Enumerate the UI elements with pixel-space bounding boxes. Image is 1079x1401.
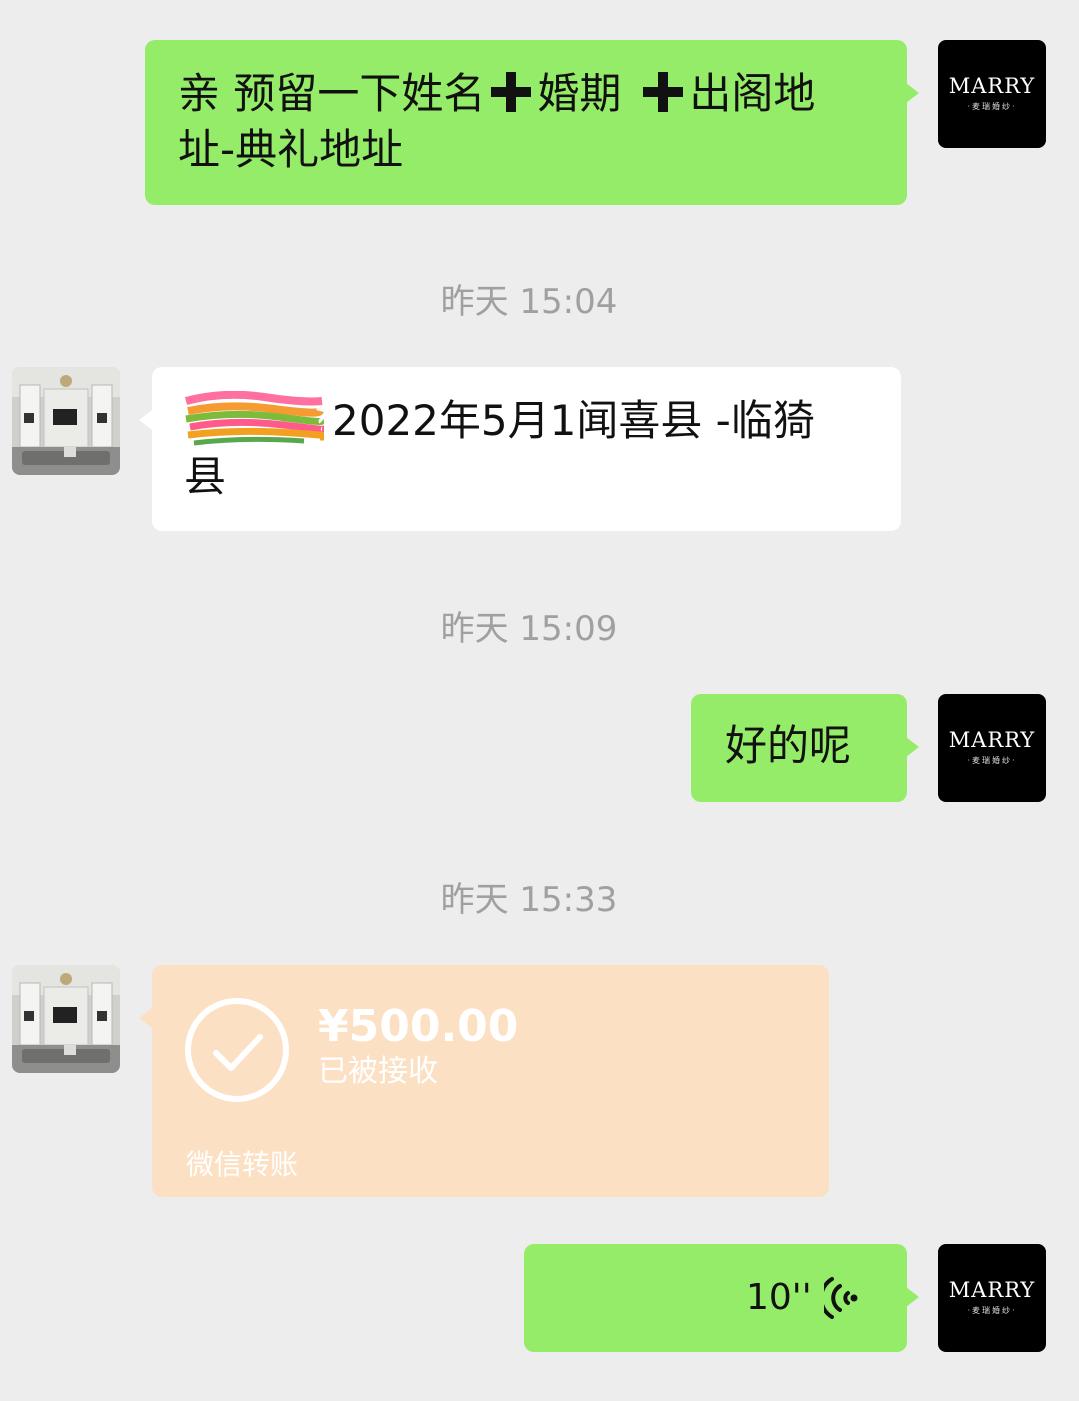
bubble-tail xyxy=(906,83,919,103)
message-text-part: 婚期 xyxy=(537,69,622,118)
message-text-part: 址-典礼地址 xyxy=(178,125,404,174)
message-bubble-incoming[interactable]: 2022年5月1闻喜县 -临猗县 xyxy=(152,367,901,531)
bubble-tail xyxy=(906,1287,919,1307)
contact-avatar[interactable] xyxy=(12,965,120,1073)
check-circle-icon xyxy=(185,998,289,1102)
transfer-status: 已被接收 xyxy=(318,1054,438,1089)
bubble-tail xyxy=(139,1008,152,1028)
message-text-line: 县 xyxy=(184,452,227,501)
room-photo-icon xyxy=(12,367,120,475)
transfer-card[interactable]: ¥500.00 已被接收 微信转账 xyxy=(152,965,829,1197)
message-text-part: 亲 预留一下姓名 xyxy=(178,69,486,118)
my-avatar[interactable]: MARRY ·麦瑞婚纱· xyxy=(938,694,1046,802)
room-photo-icon xyxy=(12,965,120,1073)
transfer-amount: ¥500.00 xyxy=(318,1001,519,1052)
message-text: 好的呢 xyxy=(725,721,852,770)
timestamp: 昨天 15:33 xyxy=(440,880,618,920)
brand-logo-text: MARRY xyxy=(948,74,1036,98)
message-text-part: 出阁地 xyxy=(689,69,816,118)
timestamp: 昨天 15:04 xyxy=(440,282,618,322)
message-text: 2022年5月1闻喜县 -临猗县 xyxy=(184,391,881,505)
my-avatar[interactable]: MARRY ·麦瑞婚纱· xyxy=(938,40,1046,148)
my-avatar[interactable]: MARRY ·麦瑞婚纱· xyxy=(938,1244,1046,1352)
voice-message-bubble[interactable]: 10'' xyxy=(524,1244,907,1352)
message-text: 亲 预留一下姓名 婚期 出阁地址-典礼地址 xyxy=(178,66,877,178)
voice-duration: 10'' xyxy=(746,1277,812,1318)
brand-logo-text: MARRY xyxy=(948,728,1036,752)
timestamp: 昨天 15:09 xyxy=(440,609,618,649)
plus-icon xyxy=(491,72,532,112)
transfer-footer: 微信转账 xyxy=(186,1148,299,1181)
brand-logo-subtitle: ·麦瑞婚纱· xyxy=(967,756,1017,765)
message-text-line: 2022年5月1闻喜县 -临猗 xyxy=(332,396,815,445)
message-bubble-outgoing[interactable]: 亲 预留一下姓名 婚期 出阁地址-典礼地址 xyxy=(145,40,907,205)
message-bubble-outgoing[interactable]: 好的呢 xyxy=(691,694,907,802)
brand-logo-text: MARRY xyxy=(948,1278,1036,1302)
voice-wave-icon xyxy=(824,1277,858,1319)
redaction-scribble xyxy=(184,391,324,446)
bubble-tail xyxy=(139,410,152,430)
plus-icon xyxy=(643,72,684,112)
brand-logo-subtitle: ·麦瑞婚纱· xyxy=(967,1306,1017,1315)
bubble-tail xyxy=(906,737,919,757)
contact-avatar[interactable] xyxy=(12,367,120,475)
brand-logo-subtitle: ·麦瑞婚纱· xyxy=(967,102,1017,111)
